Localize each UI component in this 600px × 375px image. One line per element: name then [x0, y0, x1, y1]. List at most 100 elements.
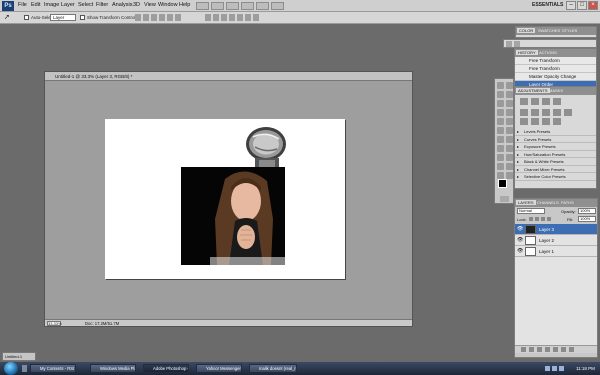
- tab-masks[interactable]: MASKS: [549, 88, 563, 93]
- lasso-tool-icon[interactable]: [497, 91, 504, 98]
- brightness-icon[interactable]: [520, 98, 528, 105]
- distribute-middle-icon[interactable]: [213, 14, 219, 21]
- tab-swatches[interactable]: SWATCHES: [538, 28, 560, 33]
- lock-all-icon[interactable]: [547, 217, 551, 221]
- shape-tool-icon[interactable]: [506, 154, 513, 161]
- menu-image[interactable]: Image: [44, 2, 59, 8]
- menu-file[interactable]: File: [18, 2, 27, 8]
- distribute-center-icon[interactable]: [237, 14, 243, 21]
- adjustment-preset[interactable]: Channel Mixer Presets: [515, 166, 596, 173]
- distribute-left-icon[interactable]: [229, 14, 235, 21]
- lock-transparency-icon[interactable]: [529, 217, 533, 221]
- dodge-tool-icon[interactable]: [506, 136, 513, 143]
- black-white-icon[interactable]: [553, 109, 561, 116]
- history-item[interactable]: Master Opacity Change: [515, 73, 596, 81]
- lock-position-icon[interactable]: [541, 217, 545, 221]
- eye-icon[interactable]: 👁: [517, 227, 523, 232]
- layer-style-icon[interactable]: [529, 347, 534, 352]
- show-transform-checkbox[interactable]: [80, 15, 85, 20]
- pen-tool-icon[interactable]: [497, 145, 504, 152]
- adjustment-preset[interactable]: Selective Color Presets: [515, 173, 596, 181]
- arrange-documents-button[interactable]: [256, 2, 269, 10]
- messenger-tray-icon[interactable]: [559, 366, 564, 371]
- hue-saturation-icon[interactable]: [531, 109, 539, 116]
- align-center-icon[interactable]: [167, 14, 173, 21]
- adjustment-preset[interactable]: Levels Presets: [515, 128, 596, 136]
- new-layer-icon[interactable]: [561, 347, 566, 352]
- volume-icon[interactable]: [552, 366, 557, 371]
- distribute-bottom-icon[interactable]: [221, 14, 227, 21]
- move-tool-icon[interactable]: [497, 82, 504, 89]
- fill-field[interactable]: 100%: [578, 216, 596, 222]
- curves-icon[interactable]: [542, 98, 550, 105]
- clone-stamp-icon[interactable]: [497, 118, 504, 125]
- exposure-icon[interactable]: [553, 98, 561, 105]
- adjustment-preset[interactable]: Curves Presets: [515, 136, 596, 143]
- clock[interactable]: 11:18 PM: [576, 366, 595, 371]
- minimized-document[interactable]: Untitled-1: [2, 352, 36, 361]
- layer-row[interactable]: 👁 Layer 1: [515, 246, 597, 257]
- hand-tool-button[interactable]: [241, 2, 254, 10]
- screen-mode-button[interactable]: [271, 2, 284, 10]
- maximize-button[interactable]: □: [577, 1, 587, 10]
- adjustment-preset[interactable]: Hue/Saturation Presets: [515, 151, 596, 158]
- network-icon[interactable]: [545, 366, 550, 371]
- align-top-icon[interactable]: [135, 14, 141, 21]
- tab-layers[interactable]: LAYERS: [516, 200, 536, 205]
- auto-select-dropdown[interactable]: Layer: [50, 14, 76, 21]
- posterize-icon[interactable]: [531, 118, 539, 125]
- threshold-icon[interactable]: [542, 118, 550, 125]
- levels-icon[interactable]: [531, 98, 539, 105]
- lock-pixels-icon[interactable]: [535, 217, 539, 221]
- invert-icon[interactable]: [520, 118, 528, 125]
- tab-history[interactable]: HISTORY: [516, 50, 538, 55]
- align-bottom-icon[interactable]: [151, 14, 157, 21]
- move-tool-icon[interactable]: ➚: [4, 14, 10, 21]
- blend-mode-dropdown[interactable]: Normal: [517, 208, 545, 214]
- eye-icon[interactable]: 👁: [517, 238, 523, 243]
- link-layers-icon[interactable]: [521, 347, 526, 352]
- menu-analysis[interactable]: Analysis: [112, 2, 132, 8]
- menu-view[interactable]: View: [144, 2, 156, 8]
- photo-filter-icon[interactable]: [564, 109, 572, 116]
- zoom-level-button[interactable]: [226, 2, 239, 10]
- menu-select[interactable]: Select: [78, 2, 93, 8]
- align-right-icon[interactable]: [175, 14, 181, 21]
- eyedropper-tool-icon[interactable]: [506, 100, 513, 107]
- 3d-rotate-icon[interactable]: [497, 163, 504, 170]
- quick-select-tool-icon[interactable]: [506, 91, 513, 98]
- canvas-area[interactable]: [45, 81, 412, 319]
- tab-actions[interactable]: ACTIONS: [539, 50, 557, 55]
- align-left-icon[interactable]: [159, 14, 165, 21]
- adjustment-layer-icon[interactable]: [545, 347, 550, 352]
- history-item[interactable]: Free Transform: [515, 57, 596, 65]
- foreground-color-swatch[interactable]: [498, 179, 507, 188]
- eraser-tool-icon[interactable]: [497, 127, 504, 134]
- close-button[interactable]: ×: [588, 1, 598, 10]
- tab-styles[interactable]: STYLES: [562, 28, 577, 33]
- adjustment-preset[interactable]: Exposure Presets: [515, 143, 596, 151]
- zoom-tool-icon[interactable]: [506, 172, 513, 179]
- layer-row[interactable]: 👁 Layer 2: [515, 235, 597, 246]
- history-panel-icon[interactable]: [506, 41, 512, 47]
- quick-launch-icon[interactable]: [22, 365, 27, 372]
- actions-panel-icon[interactable]: [514, 41, 520, 47]
- taskbar-item-media-player[interactable]: Windows Media Player: [90, 364, 136, 373]
- taskbar-item-messenger[interactable]: Yahoo! Messenger: [196, 364, 242, 373]
- layer-row[interactable]: 👁 Layer 3: [515, 224, 597, 235]
- mini-bridge-button[interactable]: [211, 2, 224, 10]
- zoom-field[interactable]: 33.33%: [47, 321, 62, 326]
- history-brush-icon[interactable]: [506, 118, 513, 125]
- gradient-map-icon[interactable]: [553, 118, 561, 125]
- tab-color[interactable]: COLOR: [517, 28, 536, 33]
- history-item[interactable]: Free Transform: [515, 65, 596, 73]
- trash-icon[interactable]: [569, 347, 574, 352]
- canvas[interactable]: [105, 119, 345, 279]
- tab-paths[interactable]: PATHS: [561, 200, 574, 205]
- minimize-button[interactable]: –: [566, 1, 576, 10]
- menu-3d[interactable]: 3D: [133, 2, 140, 8]
- taskbar-item-photoshop[interactable]: Adobe Photoshop C...: [143, 364, 189, 373]
- vibrance-icon[interactable]: [520, 109, 528, 116]
- workspace-switcher[interactable]: ESSENTIALS: [532, 2, 563, 8]
- auto-select-checkbox[interactable]: [24, 15, 29, 20]
